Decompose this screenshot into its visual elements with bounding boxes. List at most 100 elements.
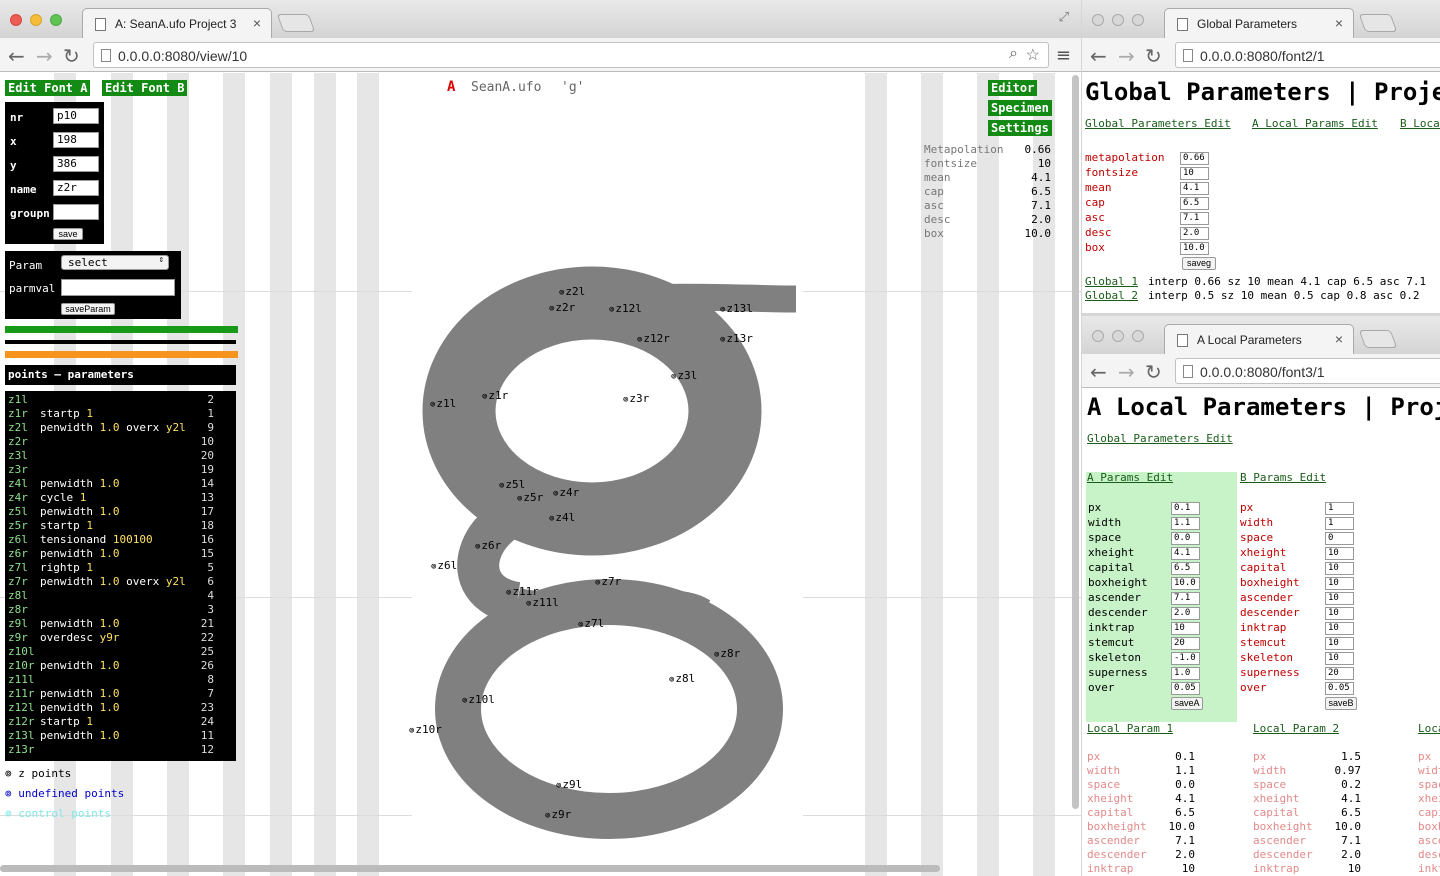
- point-name[interactable]: z2l: [8, 421, 28, 435]
- global-param-input-cap[interactable]: 6.5: [1180, 197, 1209, 210]
- a-param-input-over[interactable]: 0.05: [1171, 682, 1200, 695]
- b-param-input-boxheight[interactable]: 10: [1325, 577, 1354, 590]
- point-label-z7l[interactable]: z7l: [578, 617, 604, 630]
- back-icon[interactable]: ←: [1090, 360, 1107, 384]
- editor-button[interactable]: Editor: [988, 80, 1038, 96]
- point-name[interactable]: z11l: [8, 673, 35, 687]
- a-param-input-skeleton[interactable]: -1.0: [1171, 652, 1200, 665]
- point-name[interactable]: z10r: [8, 659, 35, 673]
- minimize-window-button[interactable]: [30, 14, 42, 26]
- point-name[interactable]: z13r: [8, 743, 35, 757]
- point-name[interactable]: z5l: [8, 505, 28, 519]
- specimen-button[interactable]: Specimen: [988, 100, 1052, 116]
- saveB-button[interactable]: saveB: [1325, 697, 1357, 710]
- point-label-z9r[interactable]: z9r: [545, 808, 571, 821]
- address-bar[interactable]: 0.0.0.0:8080/view/10 ⌕ ☆: [93, 42, 1049, 68]
- point-label-z2r[interactable]: z2r: [549, 301, 575, 314]
- address-bar[interactable]: 0.0.0.0:8080/font3/1: [1175, 358, 1440, 384]
- b-param-input-xheight[interactable]: 10: [1325, 547, 1354, 560]
- form-input-name[interactable]: z2r: [53, 180, 99, 196]
- forward-icon[interactable]: →: [36, 44, 53, 68]
- global-param-input-box[interactable]: 10.0: [1180, 242, 1209, 255]
- form-input-x[interactable]: 198: [53, 132, 99, 148]
- point-name[interactable]: z10l: [8, 645, 35, 659]
- horizontal-scrollbar[interactable]: [0, 865, 940, 872]
- point-name[interactable]: z1l: [8, 393, 28, 407]
- minimize-window-button[interactable]: [1112, 330, 1124, 342]
- back-icon[interactable]: ←: [8, 44, 25, 68]
- link-b-params-edit[interactable]: B Params Edit: [1240, 471, 1326, 484]
- edit-font-a-button[interactable]: Edit Font A: [5, 80, 91, 96]
- point-name[interactable]: z6l: [8, 533, 28, 547]
- point-label-z13l[interactable]: z13l: [720, 302, 753, 315]
- point-label-z4r[interactable]: z4r: [553, 486, 579, 499]
- point-label-z10l[interactable]: z10l: [462, 693, 495, 706]
- parmval-input[interactable]: [61, 279, 175, 296]
- a-param-input-stemcut[interactable]: 20: [1171, 637, 1200, 650]
- link-global-parameters-edit[interactable]: Global Parameters Edit: [1087, 432, 1233, 445]
- point-name[interactable]: z1r: [8, 407, 28, 421]
- point-name[interactable]: z5r: [8, 519, 28, 533]
- link-global-parameters-edit[interactable]: Global Parameters Edit: [1085, 117, 1231, 130]
- point-name[interactable]: z4r: [8, 491, 28, 505]
- link-a-params-edit[interactable]: A Params Edit: [1087, 471, 1173, 484]
- point-label-z9l[interactable]: z9l: [556, 778, 582, 791]
- point-label-z10r[interactable]: z10r: [409, 723, 442, 736]
- close-window-button[interactable]: [10, 14, 22, 26]
- point-label-z8r[interactable]: z8r: [714, 647, 740, 660]
- menu-icon[interactable]: ≡: [1056, 45, 1071, 66]
- reload-icon[interactable]: ↻: [1145, 44, 1162, 68]
- b-param-input-space[interactable]: 0: [1325, 532, 1354, 545]
- close-window-button[interactable]: [1092, 14, 1104, 26]
- point-name[interactable]: z3l: [8, 449, 28, 463]
- a-param-input-ascender[interactable]: 7.1: [1171, 592, 1200, 605]
- new-tab-button[interactable]: [1358, 14, 1398, 32]
- a-param-input-width[interactable]: 1.1: [1171, 517, 1200, 530]
- b-param-input-stemcut[interactable]: 10: [1325, 637, 1354, 650]
- b-param-input-superness[interactable]: 20: [1325, 667, 1354, 680]
- b-param-input-descender[interactable]: 10: [1325, 607, 1354, 620]
- link-local-param-1[interactable]: Local Param 1: [1087, 722, 1173, 735]
- point-label-z5r[interactable]: z5r: [517, 491, 543, 504]
- star-icon[interactable]: ☆: [1026, 45, 1040, 65]
- minimize-window-button[interactable]: [1112, 14, 1124, 26]
- b-param-input-px[interactable]: 1: [1325, 502, 1354, 515]
- global-param-input-fontsize[interactable]: 10: [1180, 167, 1209, 180]
- point-name[interactable]: z7r: [8, 575, 28, 589]
- b-param-input-ascender[interactable]: 10: [1325, 592, 1354, 605]
- point-name[interactable]: z12r: [8, 715, 35, 729]
- b-param-input-over[interactable]: 0.05: [1325, 682, 1354, 695]
- save-button[interactable]: save: [53, 228, 83, 240]
- point-label-z1r[interactable]: z1r: [482, 389, 508, 402]
- reload-icon[interactable]: ↻: [63, 44, 80, 68]
- link-local-param-2[interactable]: Local Param 2: [1253, 722, 1339, 735]
- point-name[interactable]: z8l: [8, 589, 28, 603]
- point-name[interactable]: z13l: [8, 729, 35, 743]
- b-param-input-capital[interactable]: 10: [1325, 562, 1354, 575]
- link-global-2[interactable]: Global 2: [1085, 289, 1138, 302]
- a-param-input-descender[interactable]: 2.0: [1171, 607, 1200, 620]
- point-label-z11l[interactable]: z11l: [526, 596, 559, 609]
- point-label-z1l[interactable]: z1l: [430, 397, 456, 410]
- saveA-button[interactable]: saveA: [1171, 697, 1203, 710]
- forward-icon[interactable]: →: [1118, 44, 1135, 68]
- a-param-input-capital[interactable]: 6.5: [1171, 562, 1200, 575]
- a-param-input-boxheight[interactable]: 10.0: [1171, 577, 1200, 590]
- a-param-input-inktrap[interactable]: 10: [1171, 622, 1200, 635]
- point-label-z7r[interactable]: z7r: [595, 575, 621, 588]
- link-b-local-params-edit[interactable]: B Local Params Edit: [1400, 117, 1440, 130]
- b-param-input-width[interactable]: 1: [1325, 517, 1354, 530]
- global-param-input-asc[interactable]: 7.1: [1180, 212, 1209, 225]
- saveg-button[interactable]: saveg: [1182, 257, 1216, 270]
- param-select[interactable]: select ⇕: [61, 255, 169, 270]
- point-name[interactable]: z11r: [8, 687, 35, 701]
- link-local-param-3[interactable]: Local Param 3: [1418, 722, 1440, 735]
- new-tab-button[interactable]: [276, 14, 316, 32]
- fullscreen-icon[interactable]: ⤢: [1059, 10, 1069, 25]
- new-tab-button[interactable]: [1358, 330, 1398, 348]
- link-global-1[interactable]: Global 1: [1085, 275, 1138, 288]
- search-icon[interactable]: ⌕: [1009, 45, 1018, 63]
- forward-icon[interactable]: →: [1118, 360, 1135, 384]
- point-label-z6l[interactable]: z6l: [431, 559, 457, 572]
- tab-global-parameters[interactable]: Global Parameters ×: [1164, 8, 1354, 38]
